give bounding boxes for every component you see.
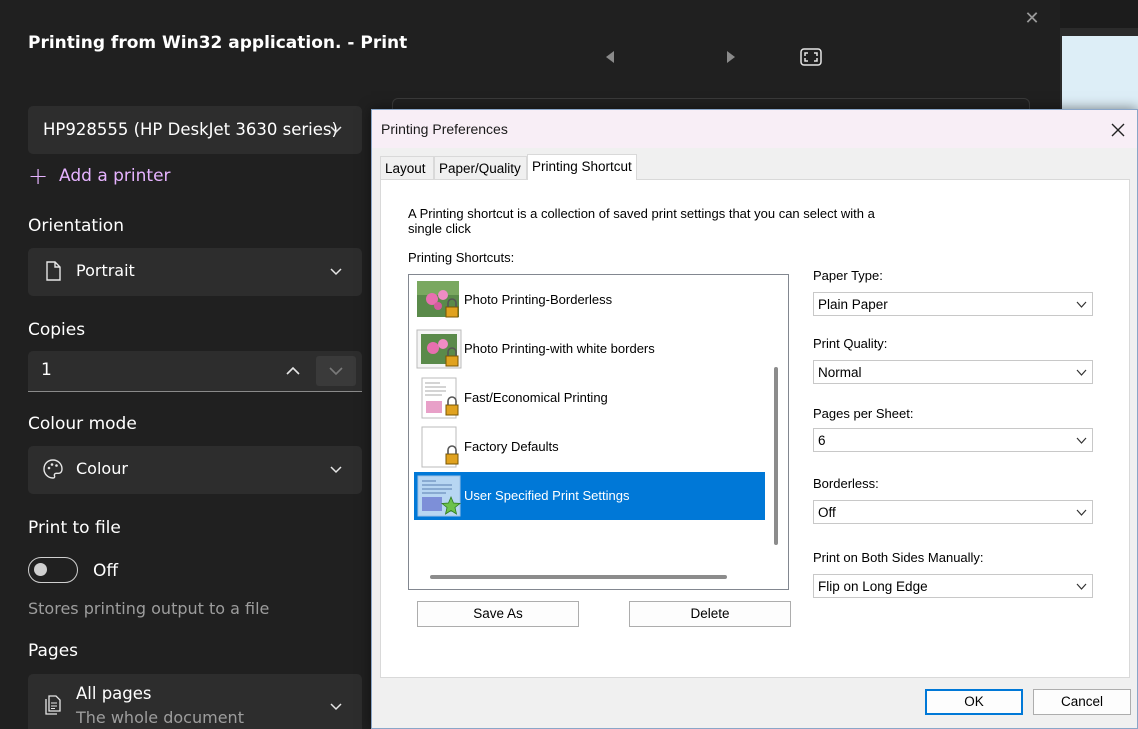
pages-label: Pages [28,641,79,661]
pages-per-sheet-value: 6 [818,433,826,448]
background-window-preview [1062,36,1138,110]
photo-bordered-lock-icon [416,329,462,369]
printing-shortcuts-label: Printing Shortcuts: [408,250,515,265]
chevron-down-icon [330,126,342,134]
vertical-scrollbar-thumb[interactable] [774,367,778,545]
copies-label: Copies [28,320,86,340]
duplex-select[interactable]: Flip on Long Edge [813,574,1093,598]
pages-subtext: The whole document [76,708,244,727]
colour-mode-label: Colour mode [28,414,137,434]
horizontal-scrollbar-thumb[interactable] [430,575,727,579]
toggle-knob [34,563,47,576]
chevron-down-icon [1076,583,1087,590]
list-item[interactable]: Photo Printing-Borderless [414,276,765,324]
document-icon [46,261,61,281]
orientation-label: Orientation [28,216,124,236]
chevron-down-icon[interactable] [316,356,356,386]
print-to-file-toggle[interactable] [28,557,78,583]
shortcut-label: Photo Printing-with white borders [464,341,655,356]
cancel-button[interactable]: Cancel [1033,689,1131,715]
shortcut-label: Fast/Economical Printing [464,390,608,405]
chevron-down-icon [330,466,342,474]
tab-layout[interactable]: Layout [380,156,434,179]
background-window-titlebar [1060,0,1138,28]
document-star-icon [417,475,462,517]
borderless-select[interactable]: Off [813,500,1093,524]
ok-button[interactable]: OK [925,689,1023,715]
print-to-file-hint: Stores printing output to a file [28,599,270,618]
blank-page-lock-icon [421,426,459,468]
chevron-down-icon [1076,437,1087,444]
chevron-down-icon [1076,369,1087,376]
close-icon[interactable] [1106,118,1130,142]
tab-paper-quality[interactable]: Paper/Quality [434,156,527,179]
orientation-value: Portrait [76,261,135,280]
shortcut-label: User Specified Print Settings [464,488,630,503]
borderless-label: Borderless: [813,476,879,491]
print-quality-select[interactable]: Normal [813,360,1093,384]
paper-type-select[interactable]: Plain Paper [813,292,1093,316]
copies-value: 1 [41,360,52,380]
print-to-file-label: Print to file [28,518,121,538]
pages-value: All pages [76,684,152,703]
borderless-value: Off [818,505,836,520]
tab-printing-shortcut[interactable]: Printing Shortcut [527,154,637,180]
previous-page-icon[interactable] [604,50,616,64]
printer-select-value: HP928555 (HP DeskJet 3630 series) [43,120,338,139]
save-as-button[interactable]: Save As [417,601,579,627]
shortcut-label: Photo Printing-Borderless [464,292,613,307]
dialog-title: Printing Preferences [381,121,508,137]
paper-type-value: Plain Paper [818,297,888,312]
close-icon[interactable]: ✕ [1022,8,1042,30]
duplex-label: Print on Both Sides Manually: [813,550,984,565]
shortcut-description: A Printing shortcut is a collection of s… [408,206,875,236]
fit-page-icon[interactable] [800,48,822,66]
list-item[interactable]: Photo Printing-with white borders [414,325,765,373]
shortcut-label: Factory Defaults [464,439,559,454]
photo-lock-icon [417,281,459,318]
printing-shortcuts-list[interactable]: Photo Printing-Borderless Photo Printing… [408,274,789,590]
chevron-down-icon [1076,509,1087,516]
print-panel-title: Printing from Win32 application. - Print [28,33,408,53]
pages-select[interactable]: All pages The whole document [28,674,362,729]
chevron-down-icon [1076,301,1087,308]
print-quality-value: Normal [818,365,862,380]
pages-per-sheet-select[interactable]: 6 [813,428,1093,452]
dialog-titlebar: Printing Preferences [372,110,1137,148]
paper-type-label: Paper Type: [813,268,883,283]
print-quality-label: Print Quality: [813,336,888,351]
palette-icon [43,459,63,479]
printer-select[interactable]: HP928555 (HP DeskJet 3630 series) [28,106,362,154]
chevron-down-icon [330,268,342,276]
colour-mode-value: Colour [76,459,128,478]
chevron-down-icon [330,703,342,711]
list-item[interactable]: Factory Defaults [414,423,765,471]
add-printer-label: Add a printer [59,166,171,186]
document-lock-icon [421,377,459,419]
colour-mode-select[interactable]: Colour [28,446,362,494]
print-to-file-state: Off [93,561,119,581]
printing-preferences-dialog: Printing Preferences Layout Paper/Qualit… [371,109,1138,729]
plus-icon: + [28,162,49,190]
delete-button[interactable]: Delete [629,601,791,627]
list-item[interactable]: Fast/Economical Printing [414,374,765,422]
copies-stepper[interactable]: 1 [28,351,362,392]
pages-icon [45,695,61,715]
list-item[interactable]: User Specified Print Settings [414,472,765,520]
duplex-value: Flip on Long Edge [818,579,928,594]
orientation-select[interactable]: Portrait [28,248,362,296]
chevron-up-icon[interactable] [282,357,304,385]
next-page-icon[interactable] [725,50,737,64]
pages-per-sheet-label: Pages per Sheet: [813,406,914,421]
